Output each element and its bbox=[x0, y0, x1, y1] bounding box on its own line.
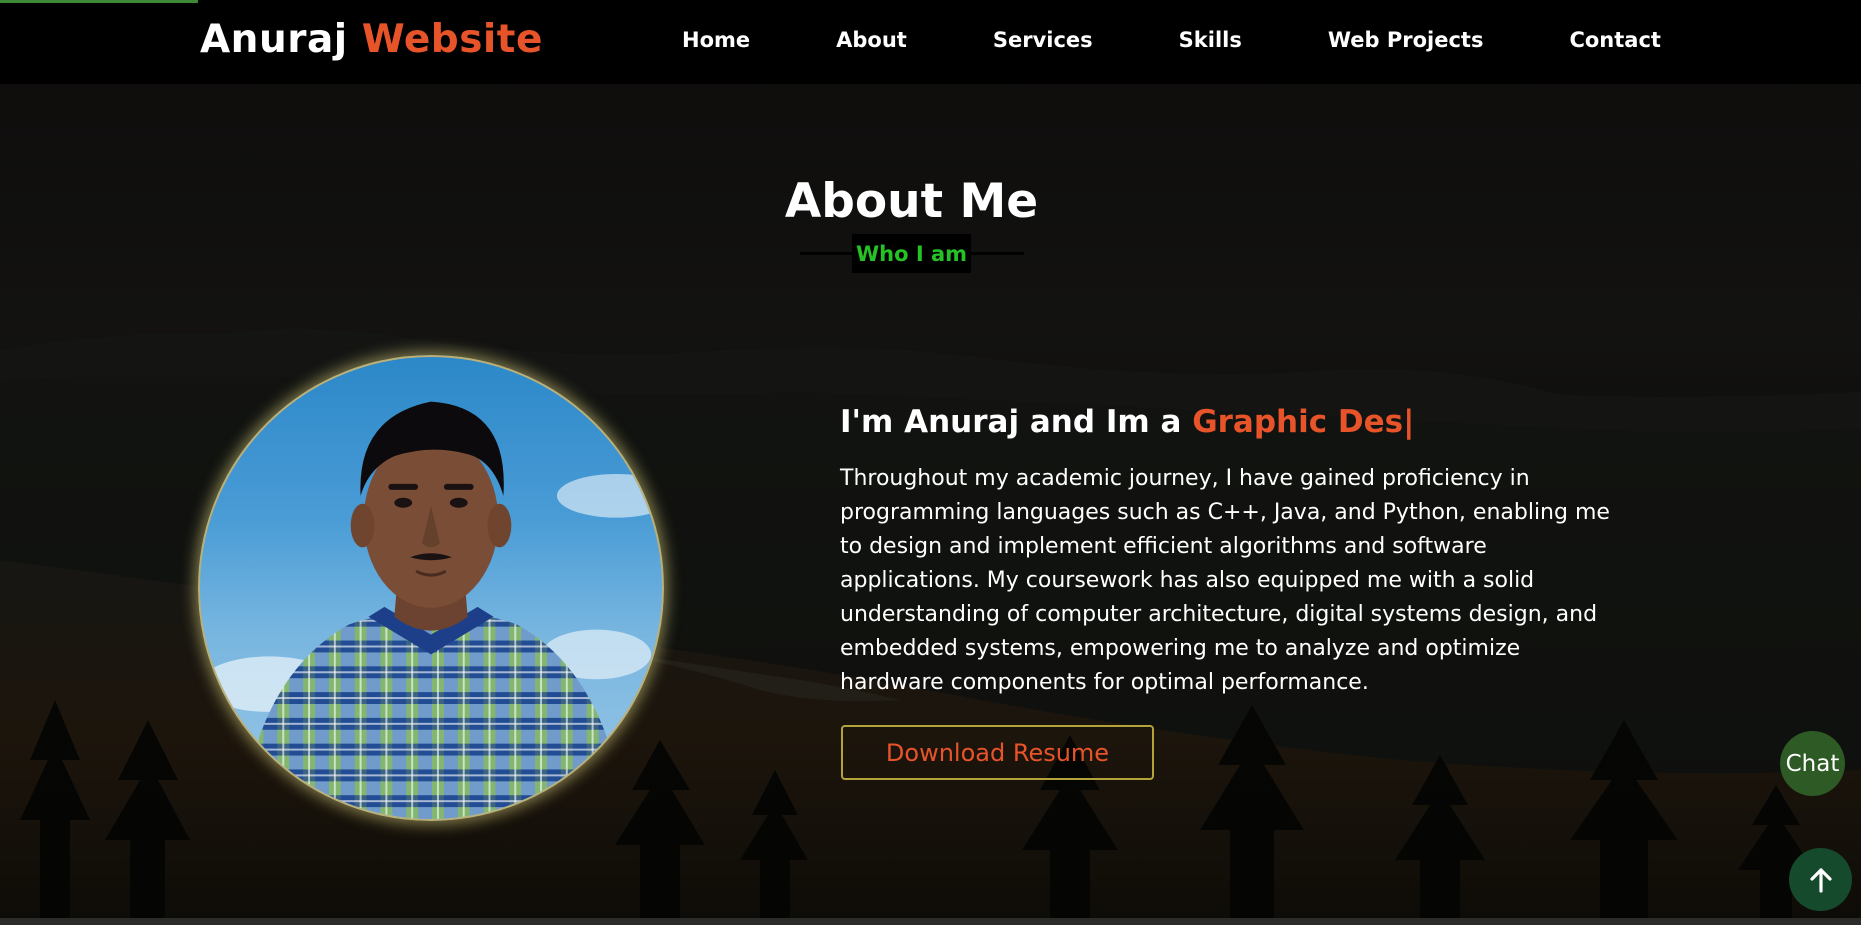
chat-button[interactable]: Chat bbox=[1780, 731, 1845, 796]
intro-typed-role: Graphic Des bbox=[1192, 404, 1404, 440]
navbar: Anuraj Website Home About Services Skill… bbox=[0, 0, 1861, 84]
scroll-progress-bar bbox=[0, 0, 198, 3]
nav-item-about[interactable]: About bbox=[836, 28, 907, 52]
section-title: About Me bbox=[784, 174, 1039, 229]
nav-item-skills[interactable]: Skills bbox=[1179, 28, 1242, 52]
logo-primary: Anuraj bbox=[200, 17, 348, 62]
bottom-edge bbox=[0, 918, 1861, 925]
typing-caret: | bbox=[1403, 404, 1415, 440]
profile-photo bbox=[198, 355, 664, 821]
download-resume-button[interactable]: Download Resume bbox=[841, 725, 1154, 780]
nav-item-web-projects[interactable]: Web Projects bbox=[1328, 28, 1484, 52]
scroll-to-top-button[interactable] bbox=[1789, 848, 1852, 911]
section-subtitle: Who I am bbox=[852, 234, 971, 273]
intro-prefix: I'm Anuraj and Im a bbox=[840, 404, 1193, 440]
site-logo[interactable]: Anuraj Website bbox=[200, 17, 543, 62]
nav-item-home[interactable]: Home bbox=[682, 28, 750, 52]
arrow-up-icon bbox=[1809, 867, 1832, 893]
about-paragraph: Throughout my academic journey, I have g… bbox=[840, 466, 1610, 695]
profile-photo-illustration bbox=[200, 401, 662, 819]
nav-menu: Home About Services Skills Web Projects … bbox=[682, 28, 1661, 52]
logo-accent: Website bbox=[361, 17, 543, 62]
nav-item-services[interactable]: Services bbox=[993, 28, 1093, 52]
nav-item-contact[interactable]: Contact bbox=[1569, 28, 1661, 52]
intro-heading: I'm Anuraj and Im a Graphic Des| bbox=[840, 404, 1414, 440]
about-page: Anuraj Website Home About Services Skill… bbox=[0, 0, 1861, 925]
